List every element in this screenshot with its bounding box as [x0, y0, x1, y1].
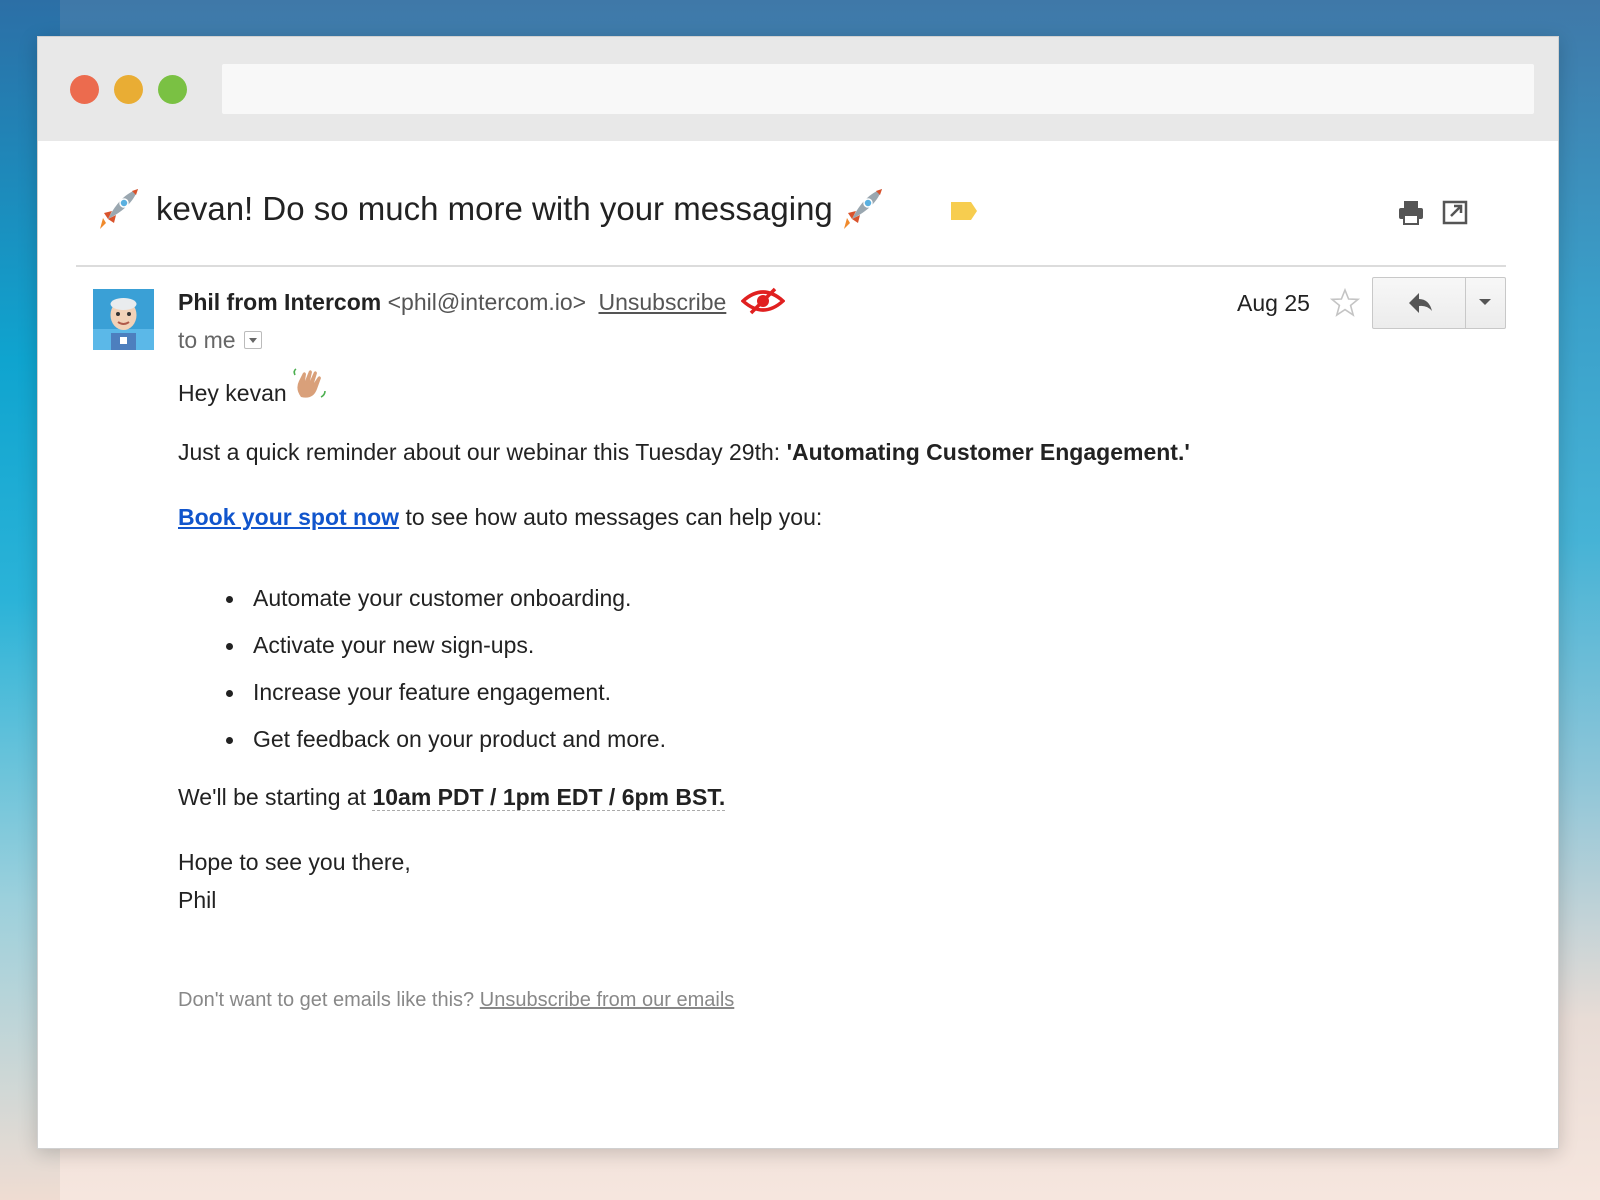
- rocket-icon: [94, 185, 142, 233]
- header-divider: [76, 265, 1506, 267]
- reply-arrow-icon: [1373, 278, 1465, 328]
- sender-name[interactable]: Phil from Intercom: [178, 289, 381, 315]
- waving-hand-icon: [291, 367, 327, 403]
- sender-avatar[interactable]: [93, 289, 154, 350]
- email-date: Aug 25: [1237, 290, 1310, 317]
- start-times[interactable]: 10am PDT / 1pm EDT / 6pm BST.: [372, 784, 725, 811]
- more-actions-dropdown[interactable]: [1466, 278, 1505, 328]
- browser-window: kevan! Do so much more with your messagi…: [37, 36, 1559, 1149]
- email-subject-row: kevan! Do so much more with your messagi…: [38, 185, 1558, 245]
- minimize-window-button[interactable]: [114, 75, 143, 104]
- signature: Phil: [178, 887, 216, 914]
- start-time-line: We'll be starting at 10am PDT / 1pm EDT …: [178, 784, 725, 811]
- address-bar[interactable]: [222, 64, 1534, 114]
- cta-line: Book your spot now to see how auto messa…: [178, 504, 822, 531]
- unsubscribe-link[interactable]: Unsubscribe: [598, 289, 726, 315]
- sender-line: Phil from Intercom <phil@intercom.io> Un…: [178, 289, 785, 318]
- webinar-title: 'Automating Customer Engagement.': [787, 439, 1190, 465]
- book-spot-link[interactable]: Book your spot now: [178, 504, 399, 530]
- reply-button[interactable]: [1373, 278, 1465, 328]
- benefits-list: Automate your customer onboarding. Activ…: [178, 582, 666, 770]
- rocket-icon: [838, 185, 886, 233]
- reply-button-group: [1372, 277, 1506, 329]
- close-window-button[interactable]: [70, 75, 99, 104]
- greeting-line: Hey kevan: [178, 377, 327, 413]
- recipient-label: to me: [178, 327, 236, 353]
- open-in-new-window-icon[interactable]: [1440, 198, 1470, 226]
- list-item: Increase your feature engagement.: [178, 676, 666, 723]
- footer-note: Don't want to get emails like this? Unsu…: [178, 989, 734, 1012]
- reminder-line: Just a quick reminder about our webinar …: [178, 439, 1190, 466]
- list-item: Get feedback on your product and more.: [178, 723, 666, 770]
- maximize-window-button[interactable]: [158, 75, 187, 104]
- tracking-eye-icon[interactable]: [741, 287, 785, 315]
- show-details-dropdown[interactable]: [244, 331, 262, 349]
- star-icon[interactable]: [1330, 288, 1360, 318]
- signoff-line: Hope to see you there,: [178, 849, 411, 876]
- window-titlebar: [38, 37, 1558, 141]
- recipient-line: to me: [178, 327, 262, 354]
- list-item: Activate your new sign-ups.: [178, 629, 666, 676]
- list-item: Automate your customer onboarding.: [178, 582, 666, 629]
- print-icon[interactable]: [1396, 198, 1426, 226]
- email-subject: kevan! Do so much more with your messagi…: [156, 190, 833, 228]
- label-tag-icon[interactable]: [949, 200, 979, 222]
- unsubscribe-emails-link[interactable]: Unsubscribe from our emails: [480, 989, 735, 1011]
- sender-email: <phil@intercom.io>: [388, 289, 587, 315]
